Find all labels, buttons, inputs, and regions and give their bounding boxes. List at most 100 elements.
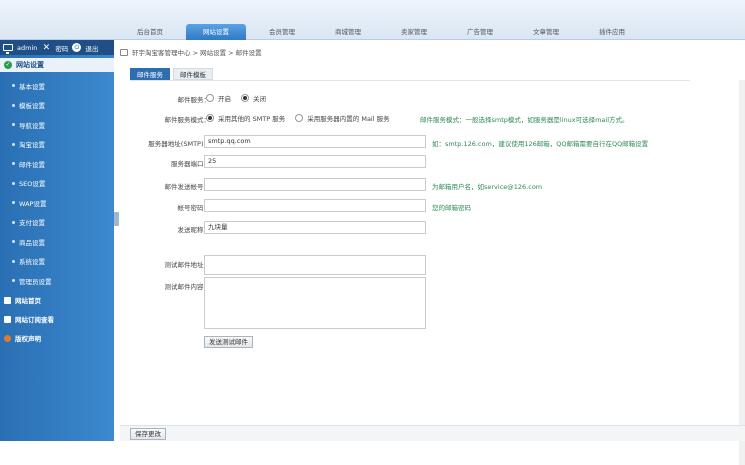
divider — [130, 80, 690, 81]
tab-members[interactable]: 会员管理 — [252, 24, 312, 40]
sidebar-item-taobao[interactable]: 淘宝设置 — [0, 135, 114, 155]
sidebar-section-home[interactable]: 网站首页 — [0, 291, 114, 310]
logout-link[interactable]: 退出 — [85, 43, 98, 53]
sender-input[interactable]: 九块量 — [204, 221, 426, 234]
bullet-icon — [12, 142, 15, 146]
mail-service-options: 开启 关闭 — [206, 93, 266, 103]
sidebar-item-label: 系统设置 — [19, 258, 45, 267]
sub-tabs: 邮件服务 邮件模板 — [130, 68, 213, 80]
breadcrumb: 轩宇淘宝客管理中心 > 网站设置 > 邮件设置 — [120, 45, 262, 59]
sidebar-item-label: WAP设置 — [19, 199, 47, 208]
tab-site-settings[interactable]: 网站设置 — [186, 24, 246, 40]
tab-home[interactable]: 后台首页 — [120, 24, 180, 40]
tab-ads[interactable]: 广告管理 — [450, 24, 510, 40]
sidebar-item-label: 模板设置 — [19, 102, 45, 111]
send-test-button[interactable]: 发送测试邮件 — [204, 336, 253, 348]
test-address-label: 测试邮件地址： — [164, 261, 211, 269]
sidebar-menu: 基本设置 模板设置 导航设置 淘宝设置 邮件设置 SEO设置 WAP设置 支付设… — [0, 76, 114, 348]
tab-mail-service[interactable]: 邮件服务 — [130, 68, 170, 80]
sidebar-section-label: 网站首页 — [15, 297, 41, 305]
sidebar-item-wap[interactable]: WAP设置 — [0, 193, 114, 213]
smtp-hint: 如：smtp.126.com，建议使用126邮箱，QQ邮箱需要自行在QQ邮箱设置 — [432, 140, 649, 148]
check-icon: ✓ — [4, 61, 12, 69]
account-input[interactable] — [204, 178, 426, 191]
top-bar: 后台首页 网站设置 会员管理 商城管理 卖家管理 广告管理 文章管理 插件应用 — [0, 0, 745, 40]
radio-builtin-label: 采用服务器内置的 Mail 服务 — [307, 115, 390, 123]
save-button[interactable]: 保存更改 — [130, 428, 166, 440]
user-bar: admin ✕ 密码 ⏻ 退出 — [0, 40, 114, 55]
bullet-icon — [12, 162, 15, 166]
bullet-icon — [12, 201, 15, 205]
sender-label: 发送昵称： — [177, 226, 211, 234]
account-label: 邮件发送帐号： — [164, 183, 211, 191]
tools-icon: ✕ — [42, 42, 51, 53]
bullet-icon — [12, 259, 15, 263]
bullet-icon — [12, 279, 15, 283]
radio-on[interactable] — [206, 94, 214, 102]
sidebar-item-label: 管理员设置 — [19, 277, 52, 286]
password-input[interactable] — [204, 199, 426, 212]
tab-plugins[interactable]: 插件应用 — [582, 24, 642, 40]
mail-mode-options: 采用其他的 SMTP 服务 采用服务器内置的 Mail 服务 — [206, 113, 390, 123]
account-hint: 为邮箱用户名，如service@126.com — [432, 183, 543, 191]
sidebar-item-admins[interactable]: 管理员设置 — [0, 271, 114, 291]
sidebar-section-label: 版权声明 — [15, 335, 41, 343]
tab-mall[interactable]: 商城管理 — [318, 24, 378, 40]
sidebar: admin ✕ 密码 ⏻ 退出 ✓ 网站设置 基本设置 模板设置 导航设置 淘宝… — [0, 40, 114, 441]
radio-smtp[interactable] — [206, 114, 214, 122]
tab-sellers[interactable]: 卖家管理 — [384, 24, 444, 40]
mail-mode-label: 邮件服务模式： — [164, 116, 211, 124]
square-icon — [4, 296, 11, 304]
sidebar-header-label: 网站设置 — [16, 61, 44, 69]
monitor-icon — [3, 43, 13, 54]
radio-off-label: 关闭 — [253, 95, 266, 103]
breadcrumb-text: 轩宇淘宝客管理中心 > 网站设置 > 邮件设置 — [132, 49, 262, 57]
password-hint: 您的邮箱密码 — [432, 204, 471, 212]
footer-bar: 保存更改 — [120, 425, 745, 441]
sidebar-item-label: 商品设置 — [19, 238, 45, 247]
smtp-label: 服务器地址(SMTP)： — [148, 140, 210, 148]
bullet-icon — [12, 240, 15, 244]
home-icon — [120, 48, 128, 56]
radio-off[interactable] — [241, 94, 249, 102]
mail-service-label: 邮件服务： — [177, 96, 211, 104]
sidebar-section-copyright[interactable]: 版权声明 — [0, 329, 114, 348]
bullet-icon — [12, 220, 15, 224]
sidebar-header[interactable]: ✓ 网站设置 — [0, 58, 114, 72]
test-address-input[interactable] — [204, 255, 426, 275]
sidebar-item-mail[interactable]: 邮件设置 — [0, 154, 114, 174]
sidebar-section-subscribe[interactable]: 网站订阅查看 — [0, 310, 114, 329]
port-label: 服务器端口： — [171, 160, 210, 168]
smtp-input[interactable]: smtp.qq.com — [204, 135, 426, 148]
tab-mail-template[interactable]: 邮件模板 — [173, 68, 213, 80]
sidebar-item-label: SEO设置 — [19, 180, 46, 189]
sidebar-item-basic[interactable]: 基本设置 — [0, 76, 114, 96]
sidebar-item-seo[interactable]: SEO设置 — [0, 174, 114, 194]
bullet-icon — [12, 103, 15, 107]
top-tabs: 后台首页 网站设置 会员管理 商城管理 卖家管理 广告管理 文章管理 插件应用 — [120, 24, 648, 40]
sidebar-collapse-handle[interactable] — [114, 212, 119, 226]
port-input[interactable]: 25 — [204, 155, 426, 168]
sidebar-item-nav[interactable]: 导航设置 — [0, 115, 114, 135]
test-body-label: 测试邮件内容： — [164, 283, 211, 291]
sidebar-item-template[interactable]: 模板设置 — [0, 96, 114, 116]
radio-smtp-label: 采用其他的 SMTP 服务 — [218, 115, 286, 123]
sidebar-section-label: 网站订阅查看 — [15, 316, 54, 324]
scrollbar[interactable] — [739, 80, 745, 465]
bullet-icon — [12, 84, 15, 88]
bullet-icon — [12, 123, 15, 127]
power-icon: ⏻ — [72, 43, 82, 52]
mail-mode-hint: 邮件服务模式：一般选择smtp模式，如服务器是linux可选择mail方式。 — [420, 116, 629, 124]
test-body-textarea[interactable] — [204, 277, 426, 329]
radio-builtin[interactable] — [295, 114, 304, 122]
sidebar-item-label: 淘宝设置 — [19, 141, 45, 150]
sidebar-item-payment[interactable]: 支付设置 — [0, 213, 114, 233]
sidebar-item-label: 支付设置 — [19, 219, 45, 228]
sidebar-item-label: 基本设置 — [19, 82, 45, 91]
password-link[interactable]: 密码 — [55, 43, 68, 53]
bullet-icon — [12, 181, 15, 185]
tab-articles[interactable]: 文章管理 — [516, 24, 576, 40]
sidebar-item-system[interactable]: 系统设置 — [0, 252, 114, 272]
sidebar-item-label: 导航设置 — [19, 121, 45, 130]
sidebar-item-products[interactable]: 商品设置 — [0, 232, 114, 252]
